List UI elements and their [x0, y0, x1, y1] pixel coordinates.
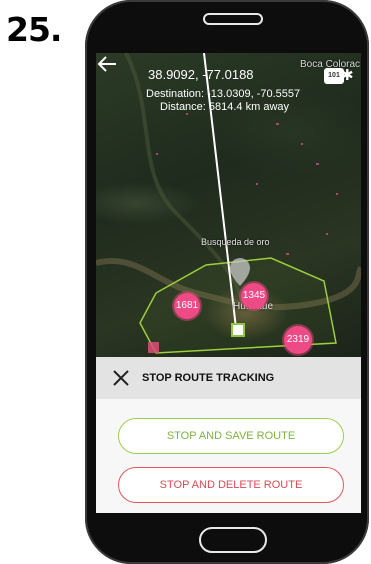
destination-distance: Distance: 5814.4 km away: [160, 101, 290, 113]
tracking-bar: STOP ROUTE TRACKING: [96, 357, 361, 399]
current-coordinates: 38.9092, -77.0188: [148, 67, 254, 82]
gear-icon[interactable]: ✱: [341, 66, 354, 84]
app-screen: Boca Colorac 101 ✱ 38.9092, -77.0188 Des…: [96, 53, 361, 513]
place-label: Busqueda de oro: [201, 237, 270, 247]
site-marker[interactable]: [148, 342, 159, 353]
mining-markers: [156, 113, 338, 255]
cluster-marker[interactable]: 1345: [241, 283, 267, 309]
back-arrow-icon[interactable]: [96, 53, 118, 75]
stop-delete-route-button[interactable]: STOP AND DELETE ROUTE: [118, 467, 344, 503]
tracking-title: STOP ROUTE TRACKING: [142, 372, 275, 384]
stop-save-route-button[interactable]: STOP AND SAVE ROUTE: [118, 418, 344, 454]
cluster-marker[interactable]: 2319: [284, 326, 312, 354]
route-actions: STOP AND SAVE ROUTE STOP AND DELETE ROUT…: [96, 399, 361, 513]
speaker-slot: [203, 13, 263, 25]
destination-coordinates: Destination: -13.0309, -70.5557: [146, 88, 301, 100]
close-icon[interactable]: [112, 369, 130, 387]
step-number: 25.: [6, 10, 62, 49]
current-position-marker: [231, 323, 245, 337]
cluster-marker[interactable]: 1681: [174, 293, 200, 319]
home-button[interactable]: [199, 527, 267, 553]
map-view[interactable]: Boca Colorac 101 ✱ 38.9092, -77.0188 Des…: [96, 53, 361, 357]
